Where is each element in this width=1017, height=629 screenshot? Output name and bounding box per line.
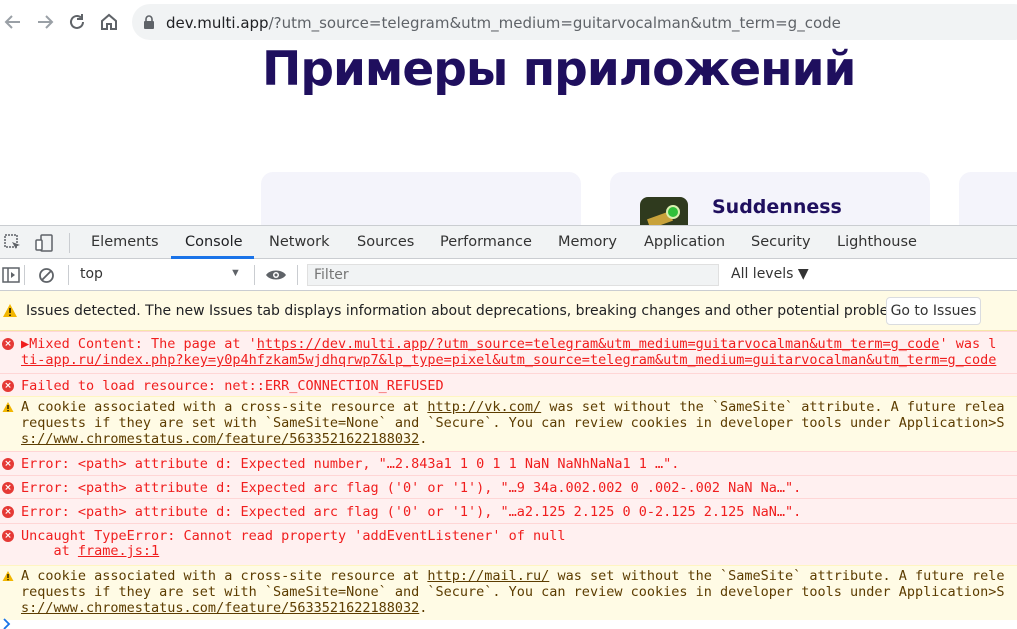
app-name: Suddenness bbox=[712, 196, 842, 218]
divider bbox=[68, 265, 69, 285]
filter-field[interactable] bbox=[307, 264, 719, 286]
console-error-message[interactable]: × Error: <path> attribute d: Expected num… bbox=[0, 451, 1017, 475]
console-error-message[interactable]: × Uncaught TypeError: Cannot read propert… bbox=[0, 523, 1017, 565]
tab-elements[interactable]: Elements bbox=[91, 226, 159, 259]
browser-toolbar: dev.multi.app/?utm_source=telegram&utm_m… bbox=[0, 0, 1017, 44]
back-button[interactable] bbox=[0, 9, 26, 35]
app-card[interactable] bbox=[261, 172, 581, 225]
lock-icon bbox=[144, 15, 154, 29]
message-line: Error: <path> attribute d: Expected arc … bbox=[21, 480, 802, 496]
message-line: s://www.chromestatus.com/feature/5633521… bbox=[21, 600, 428, 616]
tab-network[interactable]: Network bbox=[269, 226, 330, 259]
tab-memory[interactable]: Memory bbox=[558, 226, 617, 259]
context-select[interactable]: top bbox=[80, 266, 103, 282]
issues-banner: Issues detected. The new Issues tab disp… bbox=[0, 291, 1017, 331]
warning-icon bbox=[2, 401, 14, 413]
sidebar-toggle-icon[interactable] bbox=[2, 267, 20, 283]
dropdown-arrow-icon[interactable]: ▼ bbox=[230, 267, 241, 279]
url-text: dev.multi.app/?utm_source=telegram&utm_m… bbox=[166, 14, 841, 32]
url-query: /?utm_source=telegram&utm_medium=guitarv… bbox=[268, 14, 841, 32]
console-error-message[interactable]: × ▶Mixed Content: The page at 'https://de… bbox=[0, 331, 1017, 373]
message-line: Error: <path> attribute d: Expected numb… bbox=[21, 456, 680, 472]
console-warning-message[interactable]: A cookie associated with a cross-site re… bbox=[0, 396, 1017, 451]
go-to-issues-button[interactable]: Go to Issues bbox=[886, 297, 981, 325]
devtools-panel: Elements Console Network Sources Perform… bbox=[0, 225, 1017, 629]
error-icon: × bbox=[2, 530, 14, 542]
device-toolbar-icon[interactable] bbox=[35, 233, 55, 253]
app-icon bbox=[640, 197, 688, 225]
message-line: requests if they are set with `SameSite=… bbox=[21, 584, 1005, 600]
message-line: ▶Mixed Content: The page at 'https://dev… bbox=[21, 336, 997, 352]
page-title: Примеры приложений bbox=[262, 44, 856, 97]
message-line: at frame.js:1 bbox=[21, 543, 160, 559]
error-icon: × bbox=[2, 458, 14, 470]
message-line: Uncaught TypeError: Cannot read property… bbox=[21, 528, 566, 544]
divider bbox=[69, 233, 70, 253]
error-icon: × bbox=[2, 338, 14, 350]
reload-button[interactable] bbox=[64, 9, 90, 35]
reload-icon bbox=[70, 14, 84, 29]
log-levels-dropdown[interactable]: All levels ▼ bbox=[731, 266, 809, 282]
eye-icon[interactable] bbox=[265, 268, 287, 282]
console-toolbar: top ▼ All levels ▼ bbox=[0, 259, 1017, 291]
tab-lighthouse[interactable]: Lighthouse bbox=[837, 226, 917, 259]
console-error-message[interactable]: × Failed to load resource: net::ERR_CONNE… bbox=[0, 373, 1017, 396]
badge-icon bbox=[666, 205, 680, 219]
forward-button[interactable] bbox=[32, 9, 58, 35]
tab-performance[interactable]: Performance bbox=[440, 226, 532, 259]
chevron-right-icon[interactable] bbox=[2, 618, 12, 629]
error-icon: × bbox=[2, 506, 14, 518]
arrow-right-icon bbox=[38, 15, 54, 29]
app-card[interactable] bbox=[959, 172, 1017, 225]
issues-text: Issues detected. The new Issues tab disp… bbox=[26, 303, 914, 319]
tab-sources[interactable]: Sources bbox=[357, 226, 414, 259]
url-host: dev.multi.app bbox=[166, 14, 269, 32]
message-line: A cookie associated with a cross-site re… bbox=[21, 399, 1005, 415]
home-icon bbox=[101, 13, 117, 30]
home-button[interactable] bbox=[96, 9, 122, 35]
tab-console[interactable]: Console bbox=[185, 226, 243, 259]
message-line: s://www.chromestatus.com/feature/5633521… bbox=[21, 431, 428, 447]
message-line: A cookie associated with a cross-site re… bbox=[21, 568, 1005, 584]
inspect-element-icon[interactable] bbox=[4, 234, 22, 252]
address-bar[interactable]: dev.multi.app/?utm_source=telegram&utm_m… bbox=[132, 4, 1017, 40]
tab-application[interactable]: Application bbox=[644, 226, 725, 259]
message-line: requests if they are set with `SameSite=… bbox=[21, 415, 1005, 431]
filter-input[interactable] bbox=[308, 265, 718, 285]
console-error-message[interactable]: × Error: <path> attribute d: Expected arc… bbox=[0, 475, 1017, 498]
message-line: Error: <path> attribute d: Expected arc … bbox=[21, 504, 802, 520]
web-page: Примеры приложений Suddenness bbox=[0, 44, 1017, 225]
clear-console-icon[interactable] bbox=[38, 267, 55, 284]
warning-icon bbox=[3, 304, 17, 317]
arrow-left-icon bbox=[4, 15, 20, 29]
error-icon: × bbox=[2, 482, 14, 494]
error-icon: × bbox=[2, 380, 14, 392]
devtools-tabbar: Elements Console Network Sources Perform… bbox=[0, 226, 1017, 259]
console-warning-message[interactable]: A cookie associated with a cross-site re… bbox=[0, 565, 1017, 620]
message-line: ti-app.ru/index.php?key=y0p4hfzkam5wjdhq… bbox=[21, 352, 997, 368]
divider bbox=[24, 265, 25, 285]
tab-security[interactable]: Security bbox=[751, 226, 811, 259]
divider bbox=[297, 265, 298, 285]
divider bbox=[254, 265, 255, 285]
warning-icon bbox=[2, 570, 14, 582]
console-error-message[interactable]: × Error: <path> attribute d: Expected arc… bbox=[0, 498, 1017, 523]
message-line: Failed to load resource: net::ERR_CONNEC… bbox=[21, 378, 444, 394]
